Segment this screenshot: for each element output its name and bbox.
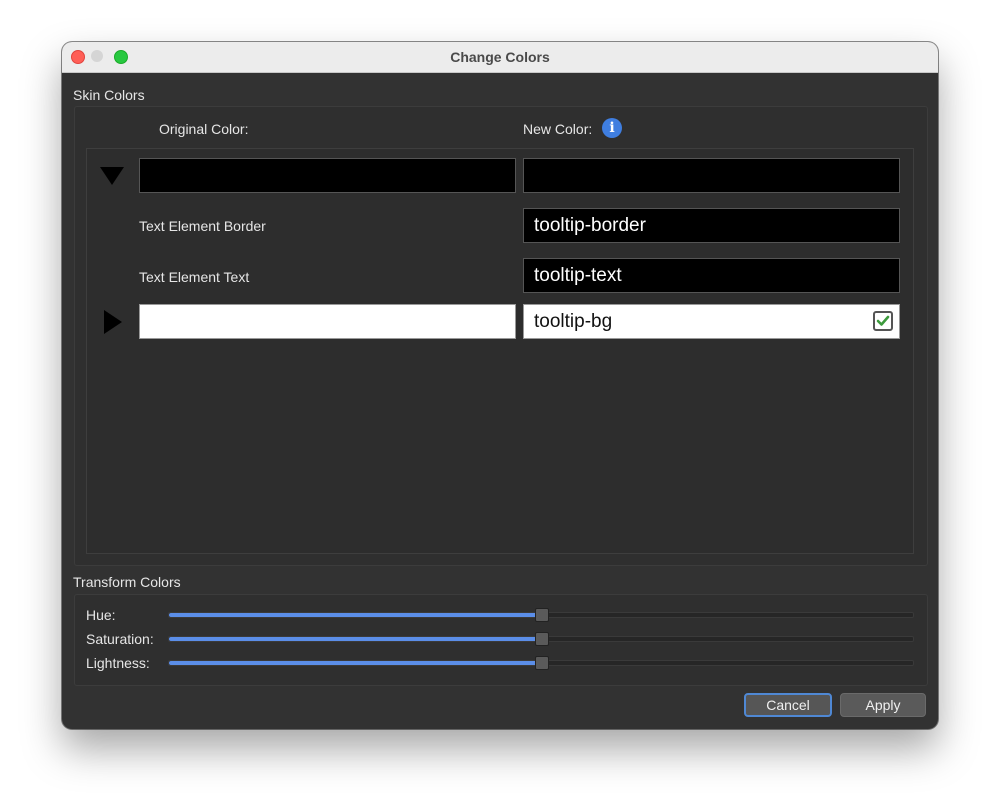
new-color-field[interactable] xyxy=(523,158,900,193)
apply-button[interactable]: Apply xyxy=(840,693,926,717)
window-title: Change Colors xyxy=(450,49,550,65)
hue-slider[interactable] xyxy=(168,608,914,622)
lightness-slider-thumb[interactable] xyxy=(535,656,549,670)
new-color-header: New Color: xyxy=(523,121,593,137)
hue-slider-thumb[interactable] xyxy=(535,608,549,622)
hue-label: Hue: xyxy=(86,607,116,623)
original-color-swatch[interactable] xyxy=(139,158,516,193)
new-color-value: tooltip-bg xyxy=(534,311,613,332)
new-color-field[interactable]: tooltip-text xyxy=(523,258,900,293)
saturation-slider[interactable] xyxy=(168,632,914,646)
hue-slider-fill xyxy=(169,613,541,617)
saturation-label: Saturation: xyxy=(86,631,154,647)
original-color-header: Original Color: xyxy=(159,121,249,137)
lightness-slider-fill xyxy=(169,661,541,665)
transform-colors-label: Transform Colors xyxy=(73,574,181,590)
lightness-slider[interactable] xyxy=(168,656,914,670)
skin-colors-label: Skin Colors xyxy=(73,87,145,103)
title-bar: Change Colors xyxy=(62,42,938,73)
apply-checkbox[interactable] xyxy=(873,311,893,331)
new-color-field[interactable]: tooltip-bg xyxy=(523,304,900,339)
checkmark-icon xyxy=(876,315,890,326)
saturation-slider-thumb[interactable] xyxy=(535,632,549,646)
original-color-swatch[interactable] xyxy=(139,304,516,339)
expand-triangle-icon[interactable] xyxy=(100,167,124,185)
row-label: Text Element Border xyxy=(139,218,266,234)
cancel-button[interactable]: Cancel xyxy=(744,693,832,717)
row-label: Text Element Text xyxy=(139,269,250,285)
collapse-triangle-icon[interactable] xyxy=(104,310,122,334)
new-color-field[interactable]: tooltip-border xyxy=(523,208,900,243)
info-icon[interactable]: i xyxy=(602,118,622,138)
saturation-slider-fill xyxy=(169,637,541,641)
change-colors-dialog: Change Colors Skin Colors Original Color… xyxy=(62,42,938,729)
lightness-label: Lightness: xyxy=(86,655,150,671)
